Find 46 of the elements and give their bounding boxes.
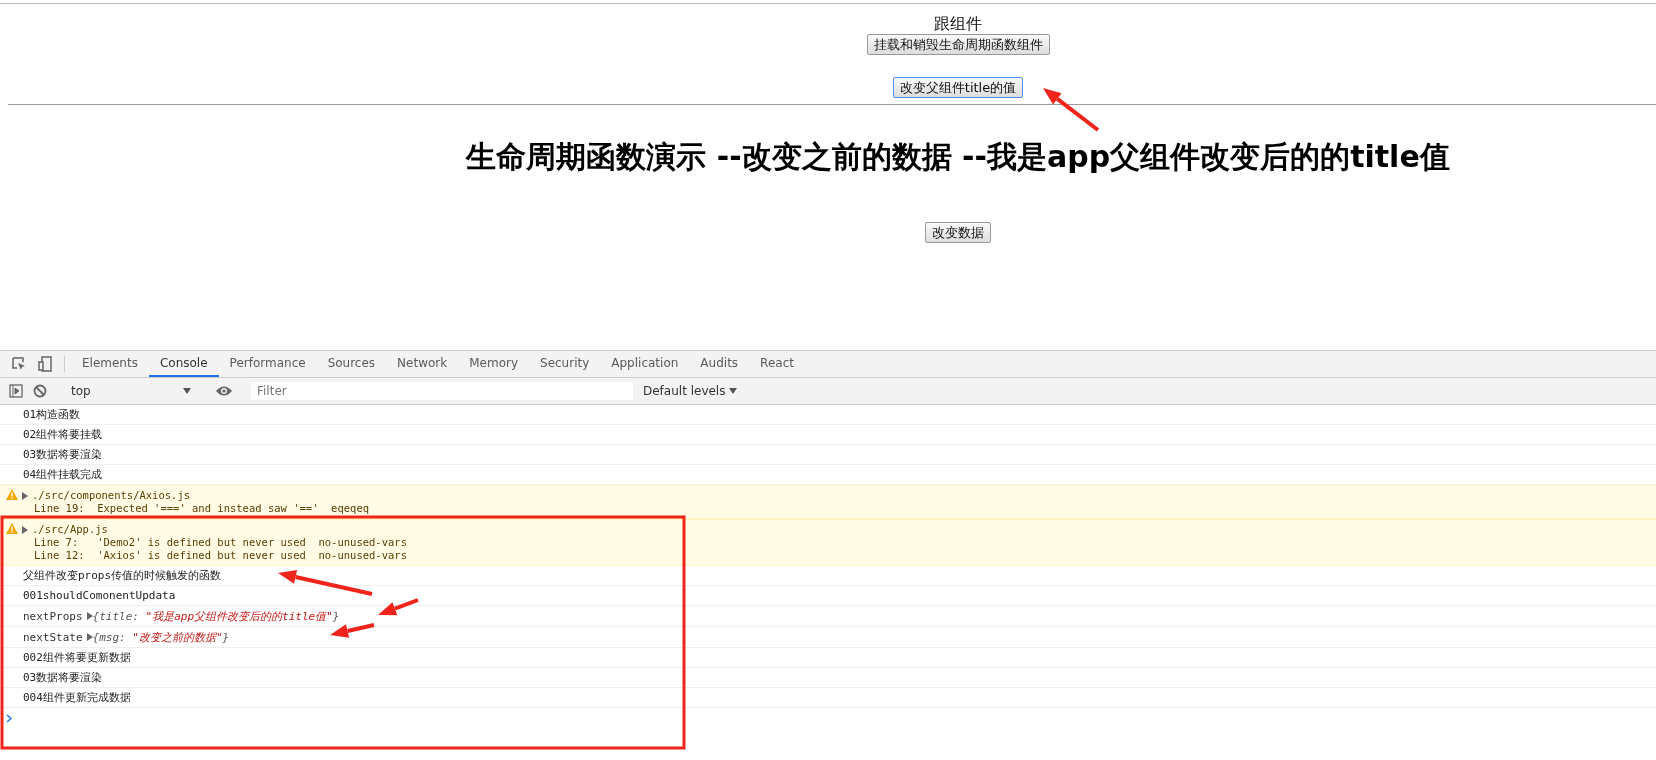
expand-triangle-icon[interactable] <box>86 612 93 620</box>
change-data-button[interactable]: 改变数据 <box>925 222 991 243</box>
devtools-tab[interactable]: Memory <box>458 351 529 377</box>
console-message: 03数据将要渲染 <box>23 447 103 462</box>
devtools-tab[interactable]: Sources <box>316 351 387 377</box>
annotation-arrow <box>378 598 419 616</box>
object-preview[interactable]: {title: "我是app父组件改变后的的title值"} <box>92 608 340 624</box>
warning-line: Line 7: 'Demo2' is defined but never used no-unused-vars <box>33 536 407 549</box>
console-message: 002组件将要更新数据 <box>23 650 131 665</box>
devtools-tab[interactable]: Application <box>600 351 690 377</box>
context-select[interactable]: top <box>65 384 197 398</box>
devtools-tab[interactable]: Elements <box>71 351 149 377</box>
warning-line: Line 12: 'Axios' is defined but never used no-unused-vars <box>33 549 407 562</box>
levels-dropdown[interactable]: Default levels <box>643 384 738 398</box>
warning-file[interactable]: ./src/components/Axios.js <box>32 489 191 502</box>
devtools-tab[interactable]: Network <box>386 351 459 377</box>
console-message: 04组件挂载完成 <box>23 467 103 482</box>
console-message: 001shouldComonentUpdata <box>23 589 176 602</box>
mount-button[interactable]: 挂载和销毁生命周期函数组件 <box>866 34 1050 55</box>
dropdown-caret-icon <box>183 388 191 394</box>
filter-field[interactable]: Filter <box>251 382 633 400</box>
console-message: 01构造函数 <box>23 407 81 422</box>
devtools-tab[interactable]: Performance <box>218 351 317 377</box>
object-preview[interactable]: {msg: "改变之前的数据"} <box>92 629 230 645</box>
page-title: 跟组件 <box>934 14 982 34</box>
warning-icon <box>6 489 18 500</box>
console-message: 父组件改变props传值的时候触发的函数 <box>23 568 222 583</box>
warning-icon <box>6 523 18 534</box>
annotation-arrow <box>1043 88 1100 132</box>
devtools-tab[interactable]: Audits <box>689 351 750 377</box>
page-heading: 生命周期函数演示 --改变之前的数据 --我是app父组件改变后的的title值 <box>464 138 1451 176</box>
console-message: 02组件将要挂载 <box>23 427 103 442</box>
expand-triangle-icon[interactable] <box>22 491 28 500</box>
warning-line: Line 19: Expected '===' and instead saw '==' eqeqeq <box>33 502 370 515</box>
annotation-arrow <box>330 623 375 638</box>
expand-triangle-icon[interactable] <box>86 633 93 641</box>
console-label: nextState <box>23 630 83 644</box>
devtools-tab[interactable]: Security <box>529 351 601 377</box>
devtools-tab[interactable]: React <box>749 351 805 377</box>
expand-triangle-icon[interactable] <box>22 525 28 534</box>
console-message: 03数据将要渲染 <box>23 670 103 685</box>
dropdown-caret-icon <box>729 388 738 394</box>
console-label: nextProps <box>23 609 83 623</box>
console-message: 004组件更新完成数据 <box>23 690 131 705</box>
warning-file[interactable]: ./src/App.js <box>32 523 108 536</box>
change-title-button[interactable]: 改变父组件title的值 <box>892 77 1024 98</box>
